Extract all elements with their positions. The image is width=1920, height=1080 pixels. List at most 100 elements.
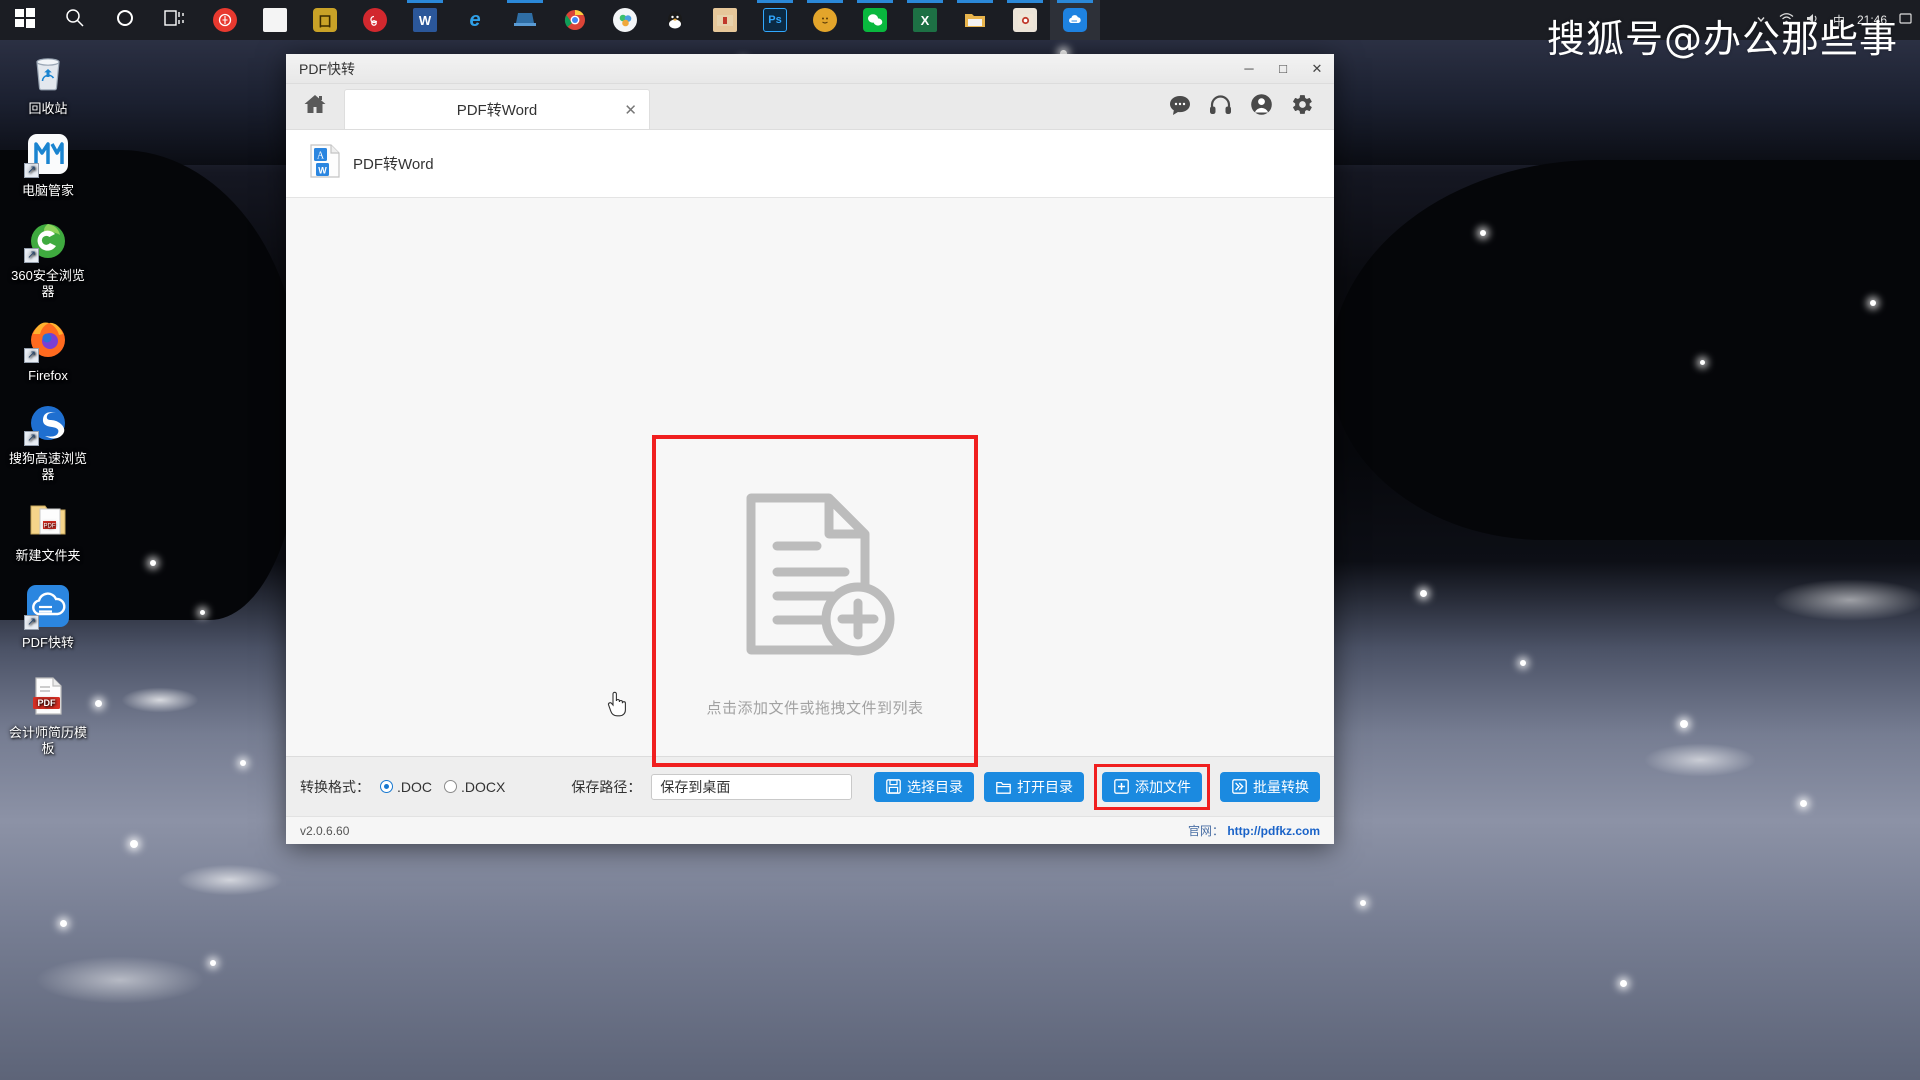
taskbar-app-wechat[interactable]	[850, 0, 900, 40]
desktop-icon-pc-manager[interactable]: ↗ 电脑管家	[0, 130, 96, 199]
taskbar-app-chrome[interactable]	[550, 0, 600, 40]
pdf-kuaizhuan-window[interactable]: PDF快转 ─ □ ✕ PDF转Word ✕ A W PDF转Word 点击添加…	[286, 54, 1334, 844]
select-directory-button[interactable]: 选择目录	[874, 771, 974, 802]
radio-doc[interactable]: .DOC	[380, 779, 432, 795]
taskbar-app-sogou-ime[interactable]: 囗	[300, 0, 350, 40]
taskbar-app-qq[interactable]	[650, 0, 700, 40]
desktop-icon-label: 搜狗高速浏览 器	[8, 451, 87, 482]
status-bar: v2.0.6.60 官网： http://pdfkz.com	[286, 816, 1334, 844]
sogou-browser-icon: ↗	[24, 398, 72, 446]
taskbar-search-button[interactable]	[50, 0, 100, 40]
radio-docx[interactable]: .DOCX	[444, 779, 505, 795]
acrobat-icon	[213, 8, 237, 32]
tray-clock[interactable]: 21:46	[1857, 13, 1887, 27]
settings-gear-icon[interactable]	[1291, 93, 1314, 121]
home-icon	[303, 92, 327, 121]
taskbar-app-photos[interactable]	[1000, 0, 1050, 40]
desktop-icon-pdf-kuaizhuan[interactable]: ↗ PDF快转	[0, 582, 96, 651]
official-site-url[interactable]: http://pdfkz.com	[1227, 824, 1320, 838]
pc-manager-icon: ↗	[24, 130, 72, 178]
taskbar-app-photoshop[interactable]: Ps	[750, 0, 800, 40]
minimize-button[interactable]: ─	[1232, 54, 1266, 84]
desktop-icon-label: PDF快转	[21, 635, 74, 650]
official-site[interactable]: 官网： http://pdfkz.com	[1188, 822, 1320, 839]
edge-icon: e	[469, 8, 481, 31]
open-directory-button[interactable]: 打开目录	[984, 771, 1084, 802]
chat-bubble-icon[interactable]	[1169, 94, 1191, 121]
window-controls[interactable]: ─ □ ✕	[1232, 54, 1334, 84]
maximize-button[interactable]: □	[1266, 54, 1300, 84]
sogou-ime-icon: 囗	[313, 8, 337, 32]
close-button[interactable]: ✕	[1300, 54, 1334, 84]
tray-action-center-icon[interactable]	[1899, 12, 1912, 28]
windows-taskbar[interactable]: 囗 W e Ps X 中 21:46	[0, 0, 1920, 40]
shortcut-arrow-icon: ↗	[24, 248, 39, 263]
desktop-icon-360-browser[interactable]: ↗ 360安全浏览 器	[0, 215, 96, 300]
tray-network-icon[interactable]	[1779, 12, 1794, 28]
mouse-cursor-pointer	[606, 691, 628, 722]
open-folder-icon	[995, 779, 1011, 795]
taskbar-app-excel[interactable]: X	[900, 0, 950, 40]
desktop-icon-new-folder[interactable]: PDF 新建文件夹	[0, 495, 96, 564]
tab-pdf-to-word[interactable]: PDF转Word ✕	[344, 89, 650, 129]
light-sparkle	[1700, 360, 1705, 365]
taskbar-app-file-explorer[interactable]	[950, 0, 1000, 40]
pdf-kuaizhuan-icon: ↗	[24, 582, 72, 630]
window-titlebar[interactable]: PDF快转 ─ □ ✕	[286, 54, 1334, 84]
desktop: 囗 W e Ps X 中 21:46 回收站 ↗ 电脑管家 ↗ 360安全浏览 …	[0, 0, 1920, 1080]
radio-docx-dot[interactable]	[444, 780, 457, 793]
app-toolbar-icons[interactable]	[1169, 93, 1334, 129]
desktop-icon-label: Firefox	[28, 368, 68, 383]
taskbar-app-edge[interactable]: e	[450, 0, 500, 40]
chrome-icon	[563, 8, 587, 32]
light-sparkle	[1680, 720, 1688, 728]
svg-text:A: A	[317, 151, 325, 162]
dropzone[interactable]: 点击添加文件或拖拽文件到列表	[656, 439, 974, 763]
user-account-icon[interactable]	[1250, 93, 1273, 121]
island-silhouette-right	[1330, 160, 1920, 540]
tray-volume-icon[interactable]	[1806, 12, 1821, 28]
tab-strip[interactable]: PDF转Word ✕	[286, 84, 1334, 130]
system-tray[interactable]: 中 21:46	[1755, 0, 1912, 40]
radio-docx-label: .DOCX	[461, 778, 506, 795]
format-radio-group[interactable]: .DOC .DOCX	[380, 779, 505, 795]
desktop-icon-recycle-bin[interactable]: 回收站	[0, 48, 96, 117]
taskbar-app-netease-music[interactable]	[350, 0, 400, 40]
taskbar-app-acrobat[interactable]	[200, 0, 250, 40]
main-content-area[interactable]: 点击添加文件或拖拽文件到列表	[286, 198, 1334, 767]
360-browser-icon	[613, 8, 637, 32]
taskbar-app-notepad[interactable]	[250, 0, 300, 40]
light-sparkle	[200, 610, 205, 615]
radio-doc-dot[interactable]	[380, 780, 393, 793]
desktop-icon-label: 新建文件夹	[15, 548, 81, 563]
desktop-icon-firefox[interactable]: ↗ Firefox	[0, 315, 96, 384]
tray-ime-indicator[interactable]: 中	[1833, 12, 1845, 29]
taskbar-app-laptop[interactable]	[500, 0, 550, 40]
home-button[interactable]	[286, 83, 344, 129]
desktop-icon-accountant-resume-template[interactable]: PDF 会计师简历模 板	[0, 672, 96, 757]
taskbar-app-folder-tool[interactable]	[700, 0, 750, 40]
taskbar-app-word[interactable]: W	[400, 0, 450, 40]
qq-penguin-icon	[663, 8, 687, 32]
batch-convert-icon	[1231, 779, 1247, 795]
add-file-label: 添加文件	[1135, 778, 1191, 795]
search-icon	[64, 7, 86, 34]
start-button[interactable]	[0, 0, 50, 40]
cortana-button[interactable]	[100, 0, 150, 40]
taskbar-app-avatar-tool[interactable]	[800, 0, 850, 40]
shortcut-arrow-icon: ↗	[24, 348, 39, 363]
batch-convert-button[interactable]: 批量转换	[1220, 771, 1320, 802]
taskbar-app-pdf-kuaizhuan[interactable]	[1050, 0, 1100, 40]
pdf-file-icon: PDF	[24, 672, 72, 720]
task-view-button[interactable]	[150, 0, 200, 40]
desktop-icon-sogou-browser[interactable]: ↗ 搜狗高速浏览 器	[0, 398, 96, 483]
add-file-button[interactable]: 添加文件	[1102, 771, 1202, 802]
save-path-input[interactable]: 保存到桌面	[651, 773, 852, 800]
file-type-label: PDF转Word	[353, 156, 434, 173]
tab-close-icon[interactable]: ✕	[624, 101, 637, 119]
taskbar-app-360-browser[interactable]	[600, 0, 650, 40]
firefox-icon: ↗	[24, 315, 72, 363]
dropzone-text: 点击添加文件或拖拽文件到列表	[706, 700, 924, 717]
tray-hidden-icons[interactable]	[1755, 13, 1767, 28]
headphones-icon[interactable]	[1209, 94, 1232, 121]
